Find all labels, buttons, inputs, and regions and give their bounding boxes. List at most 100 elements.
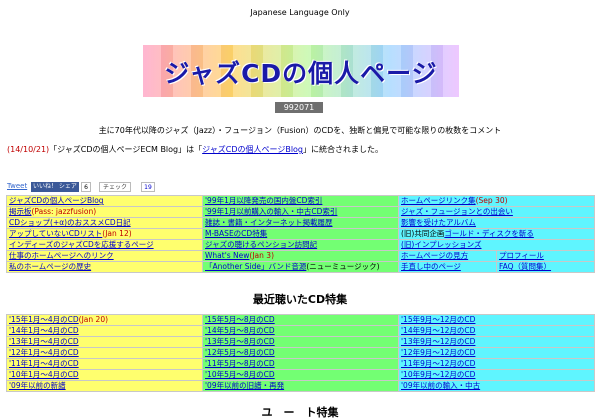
recent-cell: '15年1月～4月のCD(Jan 20): [6, 314, 203, 326]
menu-link[interactable]: ホームページの見方: [401, 252, 468, 261]
main-menu-table: ジャズCDの個人ページBlog '99年1月以降発売の国内盤CD索引 ホームページリ…: [6, 195, 596, 273]
recent-row: '14年1月～4月のCD '14年5月～8月のCD '14年9月～12月のCD: [6, 325, 595, 337]
update-note: (Jan 12): [102, 229, 132, 239]
menu-link[interactable]: 掲示板: [9, 208, 32, 217]
menu-link[interactable]: '14年5月～8月のCD: [205, 327, 275, 336]
menu-cell: 掲示板(Pass: jazzfusion): [6, 206, 203, 218]
menu-link[interactable]: CDショップ(+α)のおススメCD日記: [9, 219, 131, 228]
language-notice: Japanese Language Only: [250, 8, 350, 17]
recent-row: '15年1月～4月のCD(Jan 20) '15年5月～8月のCD '15年9月～1…: [6, 314, 595, 326]
menu-link[interactable]: ジャズ・フュージョンとの出会い: [401, 208, 513, 217]
recent-cell: '14年9月～12月のCD: [398, 325, 595, 337]
recent-cell: '10年1月～4月のCD: [6, 369, 203, 381]
update-note: (Jan 20): [78, 315, 109, 325]
menu-link[interactable]: 手直し中のページ: [401, 263, 461, 272]
banner-title: ジャズCDの個人ページ: [164, 59, 438, 88]
menu-link[interactable]: '13年9月～12月のCD: [401, 338, 475, 347]
menu-cell: 影響を受けたアルバム: [397, 217, 596, 229]
menu-row: CDショップ(+α)のおススメCD日記 雑誌・書籍・インターネット掲載履歴 影響を受…: [6, 217, 596, 229]
menu-link[interactable]: (旧)インプレッションズ: [401, 241, 481, 250]
recent-cell: '13年5月～8月のCD: [202, 336, 399, 348]
menu-cell: プロフィール: [495, 250, 596, 262]
menu-cell: アップしていないCDリスト(Jan 12): [6, 228, 203, 240]
menu-link[interactable]: アップしていないCDリスト: [9, 230, 102, 239]
menu-link[interactable]: '14年1月～4月のCD: [9, 327, 79, 336]
recent-cell: '12年5月～8月のCD: [202, 347, 399, 359]
menu-link[interactable]: '11年5月～8月のCD: [205, 360, 275, 369]
menu-link[interactable]: '99年1月以降発売の国内盤CD索引: [205, 197, 322, 206]
visitor-counter: 992071: [275, 102, 323, 113]
recent-cd-table: '15年1月～4月のCD(Jan 20) '15年5月～8月のCD '15年9月～1…: [6, 314, 595, 392]
menu-row: 私のホームページの歴史 「Another Side」バンド音源(ニューミュージック…: [6, 261, 596, 273]
recent-row: '10年1月～4月のCD '10年5月～8月のCD '10年9月～12月のCD: [6, 369, 595, 381]
menu-link[interactable]: ジャズCDの個人ページBlog: [9, 197, 104, 206]
menu-cell: (旧)共同企画ゴールド・ディスクを斬る: [397, 228, 596, 240]
menu-link[interactable]: '12年1月～4月のCD: [9, 349, 79, 358]
recent-section-title: 最近聴いたCD特集: [252, 293, 348, 306]
menu-link[interactable]: '10年5月～8月のCD: [205, 371, 275, 380]
menu-link[interactable]: '12年9月～12月のCD: [401, 349, 475, 358]
menu-link[interactable]: 仕事のホームページへのリンク: [9, 252, 114, 261]
menu-link[interactable]: ホームページリンク集: [401, 197, 476, 206]
menu-link[interactable]: '11年9月～12月のCD: [401, 360, 475, 369]
menu-link[interactable]: プロフィール: [499, 252, 544, 261]
menu-link[interactable]: '15年9月～12月のCD: [401, 316, 475, 325]
intro-text: 主に70年代以降のジャズ（Jazz）・フュージョン（Fusion）のCDを、独断…: [98, 126, 502, 135]
menu-link[interactable]: '09年以前の旧譜・再発: [205, 382, 284, 391]
menu-row: ジャズCDの個人ページBlog '99年1月以降発売の国内盤CD索引 ホームページリ…: [6, 195, 596, 207]
menu-link[interactable]: 影響を受けたアルバム: [401, 219, 476, 228]
menu-link[interactable]: '15年1月～4月のCD: [9, 316, 79, 325]
menu-link[interactable]: '12年5月～8月のCD: [205, 349, 275, 358]
menu-link[interactable]: ジャズの聴けるペンション訪問記: [205, 241, 317, 250]
menu-link[interactable]: 雑誌・書籍・インターネット掲載履歴: [205, 219, 333, 228]
menu-link[interactable]: '10年1月～4月のCD: [9, 371, 79, 380]
hatena-bookmark-button[interactable]: チェック: [99, 182, 131, 192]
recent-cell: '13年1月～4月のCD: [6, 336, 203, 348]
menu-cell: 私のホームページの歴史: [6, 261, 203, 273]
menu-link[interactable]: インディーズのジャズCDを応援するページ: [9, 241, 154, 250]
menu-link[interactable]: '99年1月以前購入の輸入・中古CD索引: [205, 208, 337, 217]
facebook-like-button[interactable]: いいね！ シェア: [31, 182, 79, 192]
hatena-bookmark-count[interactable]: 19: [141, 182, 155, 192]
menu-link[interactable]: '14年9月～12月のCD: [401, 327, 475, 336]
menu-link[interactable]: ゴールド・ディスクを斬る: [444, 230, 533, 239]
menu-cell: ホームページリンク集(Sep 30): [397, 195, 596, 207]
menu-link[interactable]: '13年1月～4月のCD: [9, 338, 79, 347]
recent-row: '11年1月～4月のCD '11年5月～8月のCD '11年9月～12月のCD: [6, 358, 595, 370]
menu-link[interactable]: '13年5月～8月のCD: [205, 338, 275, 347]
site-banner: ジャズCDの個人ページ: [143, 45, 459, 97]
recent-cell: '09年以前の輸入・中古: [398, 380, 595, 392]
recent-cell: '14年5月～8月のCD: [202, 325, 399, 337]
cell-prefix: (旧)共同企画: [401, 229, 445, 239]
menu-link[interactable]: '09年以前の輸入・中古: [401, 382, 480, 391]
menu-link[interactable]: 私のホームページの歴史: [9, 263, 91, 272]
update-note: (Pass: jazzfusion): [31, 207, 97, 217]
recent-cell: '10年5月～8月のCD: [202, 369, 399, 381]
menu-link[interactable]: '11年1月～4月のCD: [9, 360, 79, 369]
facebook-like-count: 6: [81, 182, 91, 192]
tweet-button[interactable]: Tweet: [7, 182, 27, 190]
menu-cell: FAQ（質問集）: [495, 261, 596, 273]
recent-row: '13年1月～4月のCD '13年5月～8月のCD '13年9月～12月のCD: [6, 336, 595, 348]
recent-cell: '15年9月～12月のCD: [398, 314, 595, 326]
recent-cell: '14年1月～4月のCD: [6, 325, 203, 337]
menu-cell: ホームページの見方: [398, 250, 497, 262]
recent-row: '09年以前の新譜 '09年以前の旧譜・再発 '09年以前の輸入・中古: [6, 380, 595, 392]
menu-cell: (旧)インプレッションズ: [397, 239, 596, 251]
recent-cell: '09年以前の新譜: [6, 380, 203, 392]
menu-row: インディーズのジャズCDを応援するページ ジャズの聴けるペンション訪問記 (旧)イン…: [6, 239, 596, 251]
menu-link[interactable]: FAQ（質問集）: [499, 263, 551, 272]
menu-link[interactable]: '10年9月～12月のCD: [401, 371, 475, 380]
menu-cell: 「Another Side」バンド音源(ニューミュージック): [202, 261, 399, 273]
menu-link[interactable]: 「Another Side」バンド音源: [205, 263, 306, 272]
menu-cell: 仕事のホームページへのリンク: [6, 250, 203, 262]
menu-link[interactable]: What's New: [205, 252, 249, 261]
menu-link[interactable]: '09年以前の新譜: [9, 382, 66, 391]
blog-link[interactable]: ジャズCDの個人ページBlog: [202, 145, 303, 154]
menu-cell: ジャズの聴けるペンション訪問記: [202, 239, 399, 251]
recent-cell: '11年5月～8月のCD: [202, 358, 399, 370]
menu-link[interactable]: '15年5月～8月のCD: [205, 316, 275, 325]
menu-link[interactable]: M-BASEのCD特集: [205, 230, 267, 239]
menu-cell: CDショップ(+α)のおススメCD日記: [6, 217, 203, 229]
cell-suffix: (ニューミュージック): [306, 262, 380, 272]
